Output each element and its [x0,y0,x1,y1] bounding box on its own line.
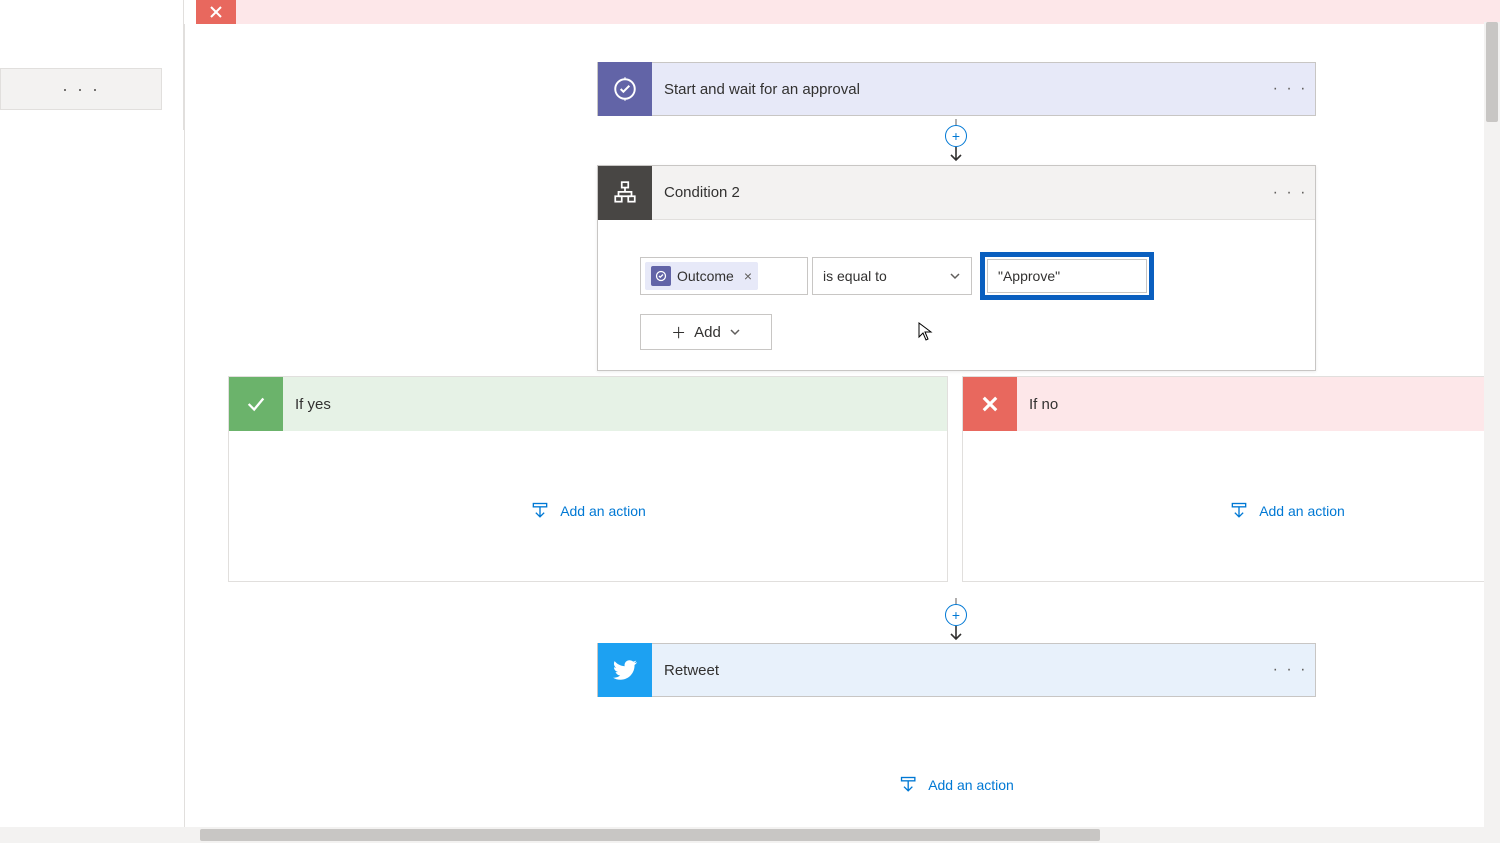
if-no-label: If no [1029,396,1058,413]
twitter-icon [598,643,652,697]
if-yes-add-action[interactable]: Add an action [229,501,947,521]
if-no-header[interactable]: If no [963,377,1500,431]
outcome-token[interactable]: Outcome × [645,262,758,290]
add-action-icon [1229,501,1249,521]
retweet-menu[interactable]: · · · [1265,661,1315,679]
close-icon [963,377,1017,431]
footer-add-action[interactable]: Add an action [898,775,1014,795]
plus-icon[interactable]: + [945,125,967,147]
plus-icon: ＋ [671,322,686,343]
token-remove-icon[interactable]: × [740,268,752,284]
condition-value-highlight [980,252,1154,300]
left-card-menu[interactable]: · · · [0,68,162,110]
condition-add-button[interactable]: ＋ Add [640,314,772,350]
add-action-icon [530,501,550,521]
horizontal-scrollbar[interactable] [0,827,1484,843]
top-ifno-fragment: If no [196,0,1500,24]
condition-value-input[interactable] [987,259,1147,293]
panel-divider [184,24,185,843]
approval-icon [598,62,652,116]
chevron-down-icon [949,270,961,282]
condition-operator-select[interactable]: is equal to [812,257,972,295]
add-action-label: Add an action [1259,503,1345,519]
left-panel-fragment [0,0,184,130]
add-action-label: Add an action [560,503,646,519]
if-no-branch: If no Add an action [962,376,1500,582]
retweet-title: Retweet [664,662,1265,679]
add-action-label: Add an action [928,777,1014,793]
connector-plus-2[interactable]: + [945,598,967,642]
condition-left-operand[interactable]: Outcome × [640,257,808,295]
condition-title: Condition 2 [664,184,1265,201]
approval-menu[interactable]: · · · [1265,80,1315,98]
if-yes-header[interactable]: If yes [229,377,947,431]
approval-title: Start and wait for an approval [664,81,1265,98]
approval-step-card[interactable]: Start and wait for an approval · · · [597,62,1316,116]
if-yes-branch: If yes Add an action [228,376,948,582]
condition-icon [598,166,652,220]
operator-label: is equal to [823,268,887,284]
vertical-scrollbar[interactable] [1484,22,1500,843]
if-yes-label: If yes [295,396,331,413]
connector-plus-1[interactable]: + [945,119,967,163]
plus-icon[interactable]: + [945,604,967,626]
check-icon [229,377,283,431]
retweet-step-card[interactable]: Retweet · · · [597,643,1316,697]
condition-menu[interactable]: · · · [1265,184,1315,202]
scrollbar-thumb[interactable] [200,829,1100,841]
scrollbar-thumb[interactable] [1486,22,1498,122]
if-no-add-action[interactable]: Add an action [963,501,1500,521]
token-label: Outcome [677,268,734,284]
chevron-down-icon [729,326,741,338]
add-action-icon [898,775,918,795]
condition-body: Outcome × is equal to ＋ Add [598,220,1315,370]
condition-header[interactable]: Condition 2 · · · [598,166,1315,220]
close-icon [196,0,236,24]
add-label: Add [694,324,721,341]
approval-icon [651,266,671,286]
condition-card: Condition 2 · · · Outcome × [597,165,1316,371]
